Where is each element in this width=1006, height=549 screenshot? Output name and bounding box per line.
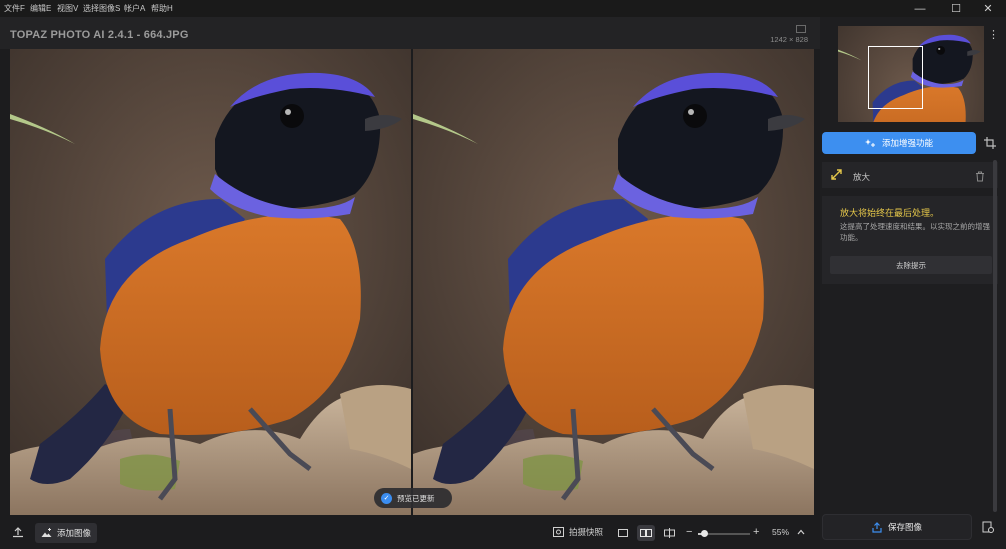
save-image-button[interactable]: 保存图像 — [822, 514, 972, 540]
sparkle-icon — [864, 139, 875, 147]
add-enhancement-button[interactable]: 添加增强功能 — [822, 132, 976, 154]
split-view-icon — [663, 528, 675, 538]
save-image-label: 保存图像 — [887, 522, 922, 532]
single-view-button[interactable] — [614, 525, 632, 541]
preview-updated-toast: ✓ 预览已更新 — [374, 488, 452, 508]
minimize-button[interactable]: — — [900, 0, 940, 17]
trash-icon[interactable] — [975, 169, 985, 187]
split-view-button[interactable] — [660, 525, 678, 541]
capture-snapshot-button[interactable]: 拍摄快照 — [553, 515, 603, 549]
menu-view[interactable]: 视图V — [57, 3, 78, 14]
side-by-side-icon — [640, 529, 652, 537]
side-panel-scrollbar[interactable] — [993, 160, 997, 512]
fit-icon[interactable] — [796, 25, 806, 35]
zoom-out-icon[interactable]: − — [686, 515, 692, 549]
document-header: TOPAZ PHOTO AI 2.4.1 - 664.JPG 1242 × 82… — [0, 17, 820, 49]
upload-icon[interactable] — [12, 515, 24, 549]
bottom-toolbar — [0, 515, 820, 549]
zoom-level: 55% — [772, 527, 790, 537]
dismiss-tip-button[interactable]: 去除提示 — [830, 256, 992, 274]
menu-edit[interactable]: 编辑E — [30, 3, 51, 14]
snapshot-icon — [553, 527, 564, 537]
navigator-viewport[interactable] — [868, 46, 923, 109]
menu-account[interactable]: 帐户A — [124, 3, 145, 14]
image-plus-icon — [41, 528, 52, 537]
info-title: 放大将始终在最后处理。 — [840, 208, 940, 218]
original-preview[interactable] — [10, 49, 411, 515]
toast-text: 预览已更新 — [397, 493, 435, 503]
document-title: TOPAZ PHOTO AI 2.4.1 - 664.JPG — [10, 29, 189, 41]
enhanced-preview[interactable] — [413, 49, 814, 515]
export-settings-icon[interactable] — [976, 514, 1000, 540]
capture-snapshot-label: 拍摄快照 — [569, 527, 604, 537]
zoom-in-icon[interactable]: + — [753, 515, 759, 549]
enhancement-label: 放大 — [853, 172, 871, 182]
info-body: 这提高了处理速度和结果。以实现之前的增强功能。 — [840, 222, 990, 242]
close-button[interactable]: ✕ — [968, 0, 1006, 17]
expand-arrows-icon — [830, 168, 843, 186]
add-enhancement-label: 添加增强功能 — [881, 138, 933, 148]
zoom-slider[interactable] — [698, 530, 750, 537]
check-icon: ✓ — [381, 492, 392, 504]
crop-icon[interactable] — [981, 134, 999, 152]
single-view-icon — [618, 529, 628, 537]
add-image-button[interactable]: 添加图像 — [35, 523, 98, 543]
chevron-up-icon[interactable] — [797, 515, 805, 549]
add-image-label: 添加图像 — [57, 528, 92, 538]
menu-select-image[interactable]: 选择图像S — [83, 3, 120, 14]
image-dimensions: 1242 × 828 — [770, 35, 808, 44]
menu-help[interactable]: 帮助H — [151, 3, 173, 14]
more-options-icon[interactable]: ⋮ — [988, 28, 999, 41]
enhancement-upscale-row[interactable] — [822, 162, 998, 188]
save-icon — [872, 521, 882, 533]
menu-file[interactable]: 文件F — [4, 3, 25, 14]
side-by-side-button[interactable] — [637, 525, 655, 541]
menu-bar: 文件F 编辑E 视图V 选择图像S 帐户A 帮助H — ☐ ✕ — [0, 0, 1006, 17]
